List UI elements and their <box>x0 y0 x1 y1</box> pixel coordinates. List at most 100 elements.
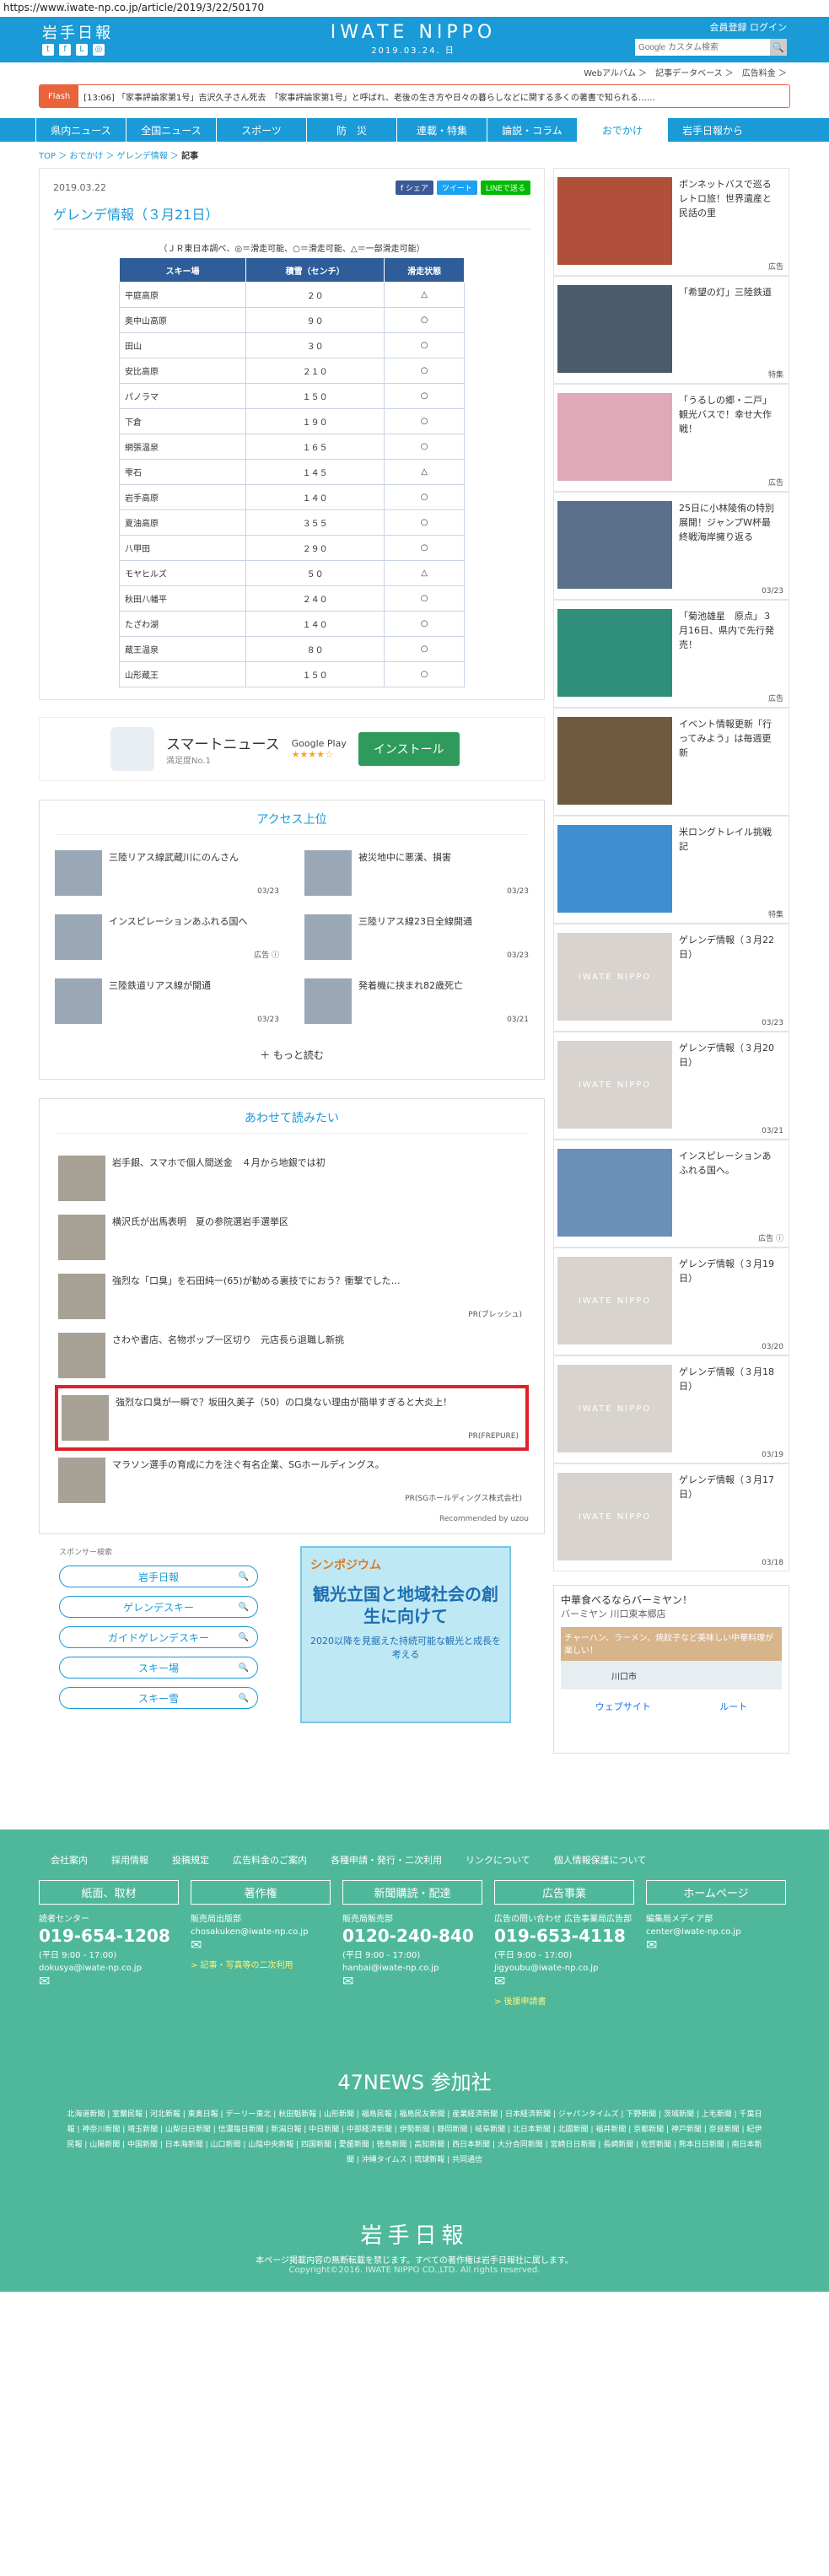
sidebar-item[interactable]: 米ロングトレイル挑戦記 特集 <box>553 816 789 924</box>
address-bar[interactable]: https://www.iwate-np.co.jp/article/2019/… <box>0 0 829 17</box>
item-title[interactable]: 横沢氏が出馬表明 夏の参院選岩手選挙区 <box>112 1215 288 1260</box>
nav-item[interactable]: 防 災 <box>306 118 396 142</box>
item-title[interactable]: 被災地中に悪漢、損害 <box>358 850 451 896</box>
contact-phone[interactable]: 019-653-4118 <box>494 1926 634 1946</box>
contact-link[interactable]: > 記事・写真等の二次利用 <box>191 1958 331 1970</box>
list-item[interactable]: 三陸リアス線23日全線開通 03/23 <box>304 914 529 960</box>
list-item[interactable]: 横沢氏が出馬表明 夏の参院選岩手選挙区 <box>55 1208 529 1267</box>
item-title[interactable]: マラソン選手の育成に力を注ぐ有名企業、SGホールディングス。 <box>112 1458 385 1503</box>
instagram-icon[interactable]: ◎ <box>93 44 105 56</box>
footer-link[interactable]: 会社案内 <box>51 1853 88 1867</box>
contact-email[interactable]: jigyoubu@iwate-np.co.jp <box>494 1964 634 1973</box>
sidebar-item[interactable]: 「菊池雄星 原点」３月16日、県内で先行発売！ 広告 <box>553 600 789 708</box>
item-title[interactable]: 「うるしの郷・二戸」観光バスで！幸せ大作戦！ <box>679 393 777 486</box>
item-title[interactable]: 「希望の灯」三陸鉄道 <box>679 285 777 378</box>
item-title[interactable]: 三陸リアス線23日全線開通 <box>358 914 472 960</box>
item-title[interactable]: ゲレンデ情報（３月17日） <box>679 1473 777 1566</box>
footer-link[interactable]: 個人情報保護について <box>554 1853 647 1867</box>
list-item[interactable]: マラソン選手の育成に力を注ぐ有名企業、SGホールディングス。 PR(SGホールディ… <box>55 1451 529 1510</box>
site-logo[interactable]: 岩手日報 <box>42 21 113 43</box>
mail-icon[interactable]: ✉ <box>191 1937 331 1953</box>
item-title[interactable]: 三陸リアス線武蔵川にのんさん <box>109 850 239 896</box>
list-item[interactable]: 発着機に挟まれ82歳死亡 03/21 <box>304 978 529 1024</box>
line-share-button[interactable]: LINEで送る <box>480 181 530 195</box>
facebook-icon[interactable]: f <box>59 44 71 56</box>
contact-link[interactable]: > 後援申請書 <box>494 1994 634 2007</box>
footer-link[interactable]: 広告料金のご案内 <box>233 1853 307 1867</box>
item-title[interactable]: 25日に小林陵侑の特別展開！ジャンプW杯最終戦海岸擁り返る <box>679 501 777 594</box>
twitter-icon[interactable]: t <box>42 44 54 56</box>
item-title[interactable]: インスピレーションあふれる国へ <box>109 914 248 960</box>
mail-icon[interactable]: ✉ <box>39 1973 179 1989</box>
sidebar-item[interactable]: 「うるしの郷・二戸」観光バスで！幸せ大作戦！ 広告 <box>553 384 789 492</box>
nav-item[interactable]: 県内ニュース <box>35 118 126 142</box>
highlighted-list-item[interactable]: 強烈な口臭が一瞬で？坂田久美子（50）の口臭ない理由が簡単すぎると大炎上！ PR(… <box>55 1385 529 1451</box>
item-title[interactable]: インスピレーションあふれる国へ。 <box>679 1149 777 1242</box>
footer-link[interactable]: リンクについて <box>466 1853 530 1867</box>
mail-icon[interactable]: ✉ <box>646 1937 786 1953</box>
map-area[interactable]: 川口市 <box>561 1661 782 1689</box>
contact-email[interactable]: center@iwate-np.co.jp <box>646 1927 786 1937</box>
item-title[interactable]: イベント情報更新「行ってみよう」は毎週更新 <box>679 717 777 810</box>
item-title[interactable]: 米ロングトレイル挑戦記 <box>679 825 777 918</box>
symposium-banner[interactable]: シンポジウム 観光立国と地域社会の創生に向けて 2020以降を見据えた持続可能な… <box>300 1546 511 1723</box>
more-button[interactable]: ＋ もっと読む <box>55 1048 529 1062</box>
member-links[interactable]: 会員登録 ログイン <box>635 20 788 34</box>
contact-email[interactable]: dokusya@iwate-np.co.jp <box>39 1964 179 1973</box>
flash-news[interactable]: Flash [13:06] 「家事評論家第1号」吉沢久子さん死去 「家事評論家第… <box>39 84 790 108</box>
sidebar-item[interactable]: IWATE NIPPO ゲレンデ情報（３月18日） 03/19 <box>553 1355 789 1463</box>
sidebar-item[interactable]: IWATE NIPPO ゲレンデ情報（３月19日） 03/20 <box>553 1248 789 1355</box>
sponsor-search-button[interactable]: ガイドゲレンデスキー 🔍 <box>59 1626 258 1648</box>
sidebar-item[interactable]: 「希望の灯」三陸鉄道 特集 <box>553 276 789 384</box>
item-title[interactable]: ボンネットバスで巡るレトロ旅！世界遺産と民話の里 <box>679 177 777 270</box>
footer-link[interactable]: 採用情報 <box>111 1853 148 1867</box>
sidebar-item[interactable]: 25日に小林陵侑の特別展開！ジャンプW杯最終戦海岸擁り返る 03/23 <box>553 492 789 600</box>
item-title[interactable]: さわや書店、名物ポップ一区切り 元店長ら退職し新挑 <box>112 1333 344 1378</box>
partner-papers[interactable]: 北海道新聞 | 室蘭民報 | 河北新報 | 東奥日報 | デーリー東北 | 秋田… <box>39 2107 790 2168</box>
list-item[interactable]: インスピレーションあふれる国へ 広告 ⓘ <box>55 914 279 960</box>
sponsor-search-button[interactable]: ゲレンデスキー 🔍 <box>59 1596 258 1618</box>
sidebar-item[interactable]: インスピレーションあふれる国へ。 広告 ⓘ <box>553 1140 789 1248</box>
list-item[interactable]: 被災地中に悪漢、損害 03/23 <box>304 850 529 896</box>
app-ad[interactable]: スマートニュース 満足度No.1 Google Play ★★★★☆ インストー… <box>39 717 545 781</box>
contact-phone[interactable]: 019-654-1208 <box>39 1926 179 1946</box>
list-item[interactable]: 岩手銀、スマホで個人間送金 ４月から地銀では初 <box>55 1149 529 1208</box>
item-title[interactable]: ゲレンデ情報（３月22日） <box>679 933 777 1026</box>
breadcrumb-links[interactable]: TOP ＞ おでかけ ＞ ゲレンデ情報 ＞ <box>39 152 179 161</box>
sidebar-item[interactable]: ボンネットバスで巡るレトロ旅！世界遺産と民話の里 広告 <box>553 168 789 276</box>
install-button[interactable]: インストール <box>358 732 460 766</box>
item-title[interactable]: 発着機に挟まれ82歳死亡 <box>358 978 463 1024</box>
footer-link[interactable]: 各種申請・発行・二次利用 <box>331 1853 442 1867</box>
nav-item-active[interactable]: おでかけ <box>577 118 667 142</box>
sidebar-item[interactable]: イベント情報更新「行ってみよう」は毎週更新 <box>553 708 789 816</box>
nav-item[interactable]: 全国ニュース <box>126 118 216 142</box>
mail-icon[interactable]: ✉ <box>342 1973 482 1989</box>
route-button[interactable]: ルート <box>719 1700 747 1713</box>
sub-links[interactable]: Webアルバム ＞ 記事データベース ＞ 広告料金 ＞ <box>0 62 829 81</box>
sponsor-search-button[interactable]: 岩手日報 🔍 <box>59 1566 258 1587</box>
item-title[interactable]: 強烈な口臭が一瞬で？坂田久美子（50）の口臭ない理由が簡単すぎると大炎上！ <box>116 1395 452 1441</box>
search-input[interactable] <box>635 39 770 56</box>
sidebar-item[interactable]: IWATE NIPPO ゲレンデ情報（３月17日） 03/18 <box>553 1463 789 1571</box>
list-item[interactable]: さわや書店、名物ポップ一区切り 元店長ら退職し新挑 <box>55 1326 529 1385</box>
nav-item[interactable]: 岩手日報から <box>667 118 757 142</box>
footer-link[interactable]: 投稿規定 <box>172 1853 209 1867</box>
brand-name[interactable]: IWATE NIPPO <box>304 22 523 43</box>
sidebar-item[interactable]: IWATE NIPPO ゲレンデ情報（３月22日） 03/23 <box>553 924 789 1032</box>
sidebar-item[interactable]: IWATE NIPPO ゲレンデ情報（３月20日） 03/21 <box>553 1032 789 1140</box>
list-item[interactable]: 三陸リアス線武蔵川にのんさん 03/23 <box>55 850 279 896</box>
flash-text[interactable]: [13:06] 「家事評論家第1号」吉沢久子さん死去 「家事評論家第1号」と呼ば… <box>83 90 655 103</box>
search-button[interactable]: 🔍 <box>770 39 787 56</box>
nav-item[interactable]: 連載・特集 <box>396 118 487 142</box>
list-item[interactable]: 強烈な「口臭」を石田純一(65)が勧める裏技でにおう？衝撃でした… PR(ブレッシ… <box>55 1267 529 1326</box>
contact-email[interactable]: chosakuken@iwate-np.co.jp <box>191 1927 331 1937</box>
nav-item[interactable]: 論説・コラム <box>487 118 577 142</box>
line-icon[interactable]: L <box>76 44 88 56</box>
contact-email[interactable]: hanbai@iwate-np.co.jp <box>342 1964 482 1973</box>
map-ad[interactable]: 中華食べるならバーミヤン！ バーミヤン 川口東本郷店 チャーハン、ラーメン、焼餃… <box>553 1585 789 1754</box>
mail-icon[interactable]: ✉ <box>494 1973 634 1989</box>
item-title[interactable]: 強烈な「口臭」を石田純一(65)が勧める裏技でにおう？衝撃でした… <box>112 1274 401 1319</box>
tweet-button[interactable]: ツイート <box>436 181 477 195</box>
sponsor-search-button[interactable]: スキー雪 🔍 <box>59 1687 258 1709</box>
facebook-share-button[interactable]: f シェア <box>395 181 433 195</box>
